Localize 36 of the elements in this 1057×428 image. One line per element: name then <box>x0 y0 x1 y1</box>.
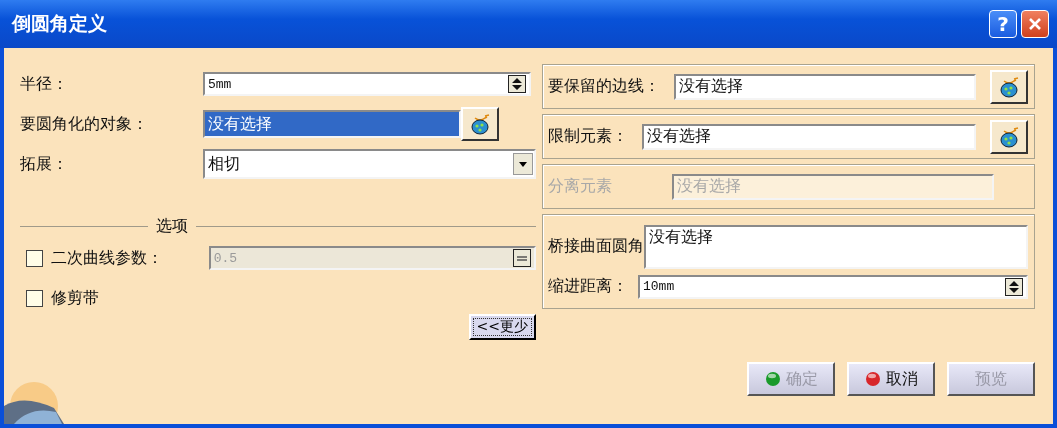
caret-icon <box>513 153 533 175</box>
field-label: 要保留的边线： <box>548 76 660 97</box>
selection-field[interactable]: 没有选择 <box>642 123 976 150</box>
select-button[interactable] <box>990 69 1028 104</box>
checkbox[interactable] <box>26 289 43 307</box>
field-label: 半径： <box>20 73 69 95</box>
ball-icon <box>764 371 781 387</box>
spinner-icon[interactable] <box>508 75 526 93</box>
select-button[interactable] <box>461 107 499 141</box>
bag-icon <box>998 75 1020 98</box>
window-title: 倒圆角定义 <box>12 11 107 36</box>
checkbox-label: 二次曲线参数： <box>50 247 164 269</box>
field-label: 限制元素： <box>548 126 628 147</box>
radius-field[interactable]: 5mm <box>203 72 531 96</box>
checkbox-label: 修剪带 <box>51 287 100 309</box>
cancel-button[interactable]: 取消 <box>847 362 935 396</box>
bag-icon <box>998 125 1020 148</box>
spinner-icon[interactable] <box>1005 277 1023 296</box>
selection-field[interactable]: 没有选择 <box>203 110 461 138</box>
dropdown[interactable]: 相切 <box>202 149 536 179</box>
select-button[interactable] <box>990 119 1028 154</box>
selection-field[interactable]: 没有选择 <box>674 73 976 100</box>
field-label: 拓展： <box>20 153 69 175</box>
close-button[interactable] <box>1021 10 1049 38</box>
text-area[interactable]: 没有选择 <box>644 224 1028 269</box>
less-button[interactable]: <<更少 <box>468 314 536 340</box>
help-button[interactable]: ? <box>989 10 1017 38</box>
field-label: 要圆角化的对象： <box>20 113 149 135</box>
section-title: 选项 <box>156 215 188 237</box>
field-label: 分离元素 <box>548 176 612 197</box>
bag-icon <box>469 113 491 135</box>
close-icon <box>1027 16 1043 32</box>
field-label: 缩进距离： <box>548 276 628 297</box>
distance-field[interactable]: 10mm <box>638 274 1028 299</box>
ball-icon <box>864 371 881 387</box>
field-label: 桥接曲面圆角 <box>548 236 644 257</box>
